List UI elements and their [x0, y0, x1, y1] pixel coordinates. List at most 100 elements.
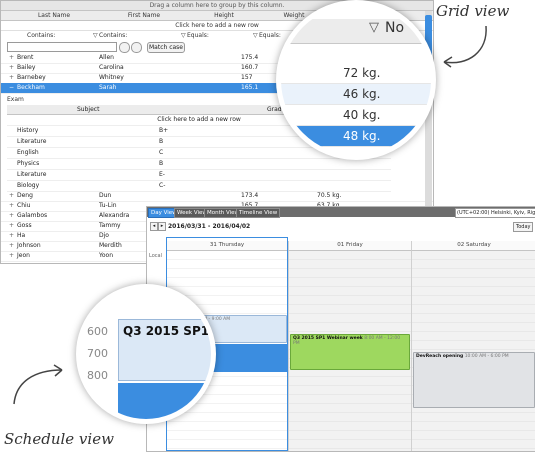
filter-label-height: Equals: [187, 32, 209, 39]
curved-arrow-icon [443, 25, 487, 68]
cell-last-name: Beckham [17, 84, 45, 91]
event-time: 10:00 AM - 6:00 PM [464, 354, 509, 359]
magnified-value: 40 kg. [343, 108, 381, 122]
magnified-value: 46 kg. [343, 87, 381, 101]
prev-icon[interactable]: ◂ [150, 222, 158, 231]
cell-subject: Biology [17, 182, 40, 189]
event-appointment[interactable]: Q3 2015 SP1 Webinar week 8:00 AM - 12:00… [290, 334, 410, 370]
day-header[interactable]: 02 Saturday [412, 241, 535, 251]
cell-height: 165.1 [241, 84, 259, 91]
filter-funnel-icon[interactable]: ▽ [253, 31, 258, 40]
cell-last-name: Bailey [17, 64, 36, 71]
cell-subject: English [17, 149, 39, 156]
detail-row[interactable]: Literature E- [7, 170, 391, 181]
next-icon[interactable]: ▸ [158, 222, 166, 231]
cell-last-name: Barnebey [17, 74, 46, 81]
schedule-view-caption: Schedule view [4, 430, 114, 448]
today-button[interactable]: Today [513, 222, 534, 232]
curved-arrow-icon [13, 364, 63, 405]
magnified-hour: 800 [87, 369, 108, 382]
filter-option-button[interactable] [131, 42, 142, 53]
date-navigation: ◂ ▸ 2016/03/31 - 2016/04/02 Today [147, 219, 535, 233]
day-column[interactable] [412, 251, 535, 451]
cell-height: 173.4 [241, 192, 259, 199]
expand-icon[interactable]: + [9, 73, 14, 83]
cell-first-name: Djo [99, 232, 109, 239]
cell-last-name: Jeon [17, 252, 30, 259]
cell-last-name: Galambos [17, 212, 48, 219]
expand-icon[interactable]: + [9, 63, 14, 73]
filter-funnel-icon: ▽ [369, 20, 379, 35]
cell-first-name: Sarah [99, 84, 117, 91]
filter-option-button[interactable] [119, 42, 130, 53]
expand-icon[interactable]: + [9, 231, 14, 241]
detail-table-label: Exam [7, 96, 24, 103]
expand-icon[interactable]: + [9, 211, 14, 221]
cell-grade: B+ [159, 127, 169, 134]
magnified-selected-slot [118, 383, 211, 419]
cell-grade: E- [159, 171, 165, 178]
filter-label-last-name: Contains: [27, 32, 56, 39]
magnified-row: 46 kg. [281, 84, 431, 105]
event-appointment[interactable]: DevReach opening 10:00 AM - 6:00 PM [413, 352, 535, 408]
column-header-height[interactable]: Height [189, 11, 259, 20]
filter-label-weight: Equals: [259, 32, 281, 39]
cell-height: 157 [241, 74, 253, 81]
column-header-subject[interactable]: Subject [77, 105, 99, 114]
filter-funnel-icon[interactable]: ▽ [181, 31, 186, 40]
cell-subject: Literature [17, 138, 47, 145]
filter-input[interactable] [7, 42, 117, 52]
expand-icon[interactable]: + [9, 251, 14, 261]
cell-first-name: Merdith [99, 242, 122, 249]
magnified-row: 72 kg. [281, 63, 431, 84]
magnified-event: Q3 2015 SP1 I [118, 319, 211, 381]
cell-subject: Physics [17, 160, 40, 167]
cell-first-name: Allen [99, 54, 114, 61]
cell-first-name: Dun [99, 192, 112, 199]
column-header-first-name[interactable]: First Name [99, 11, 189, 20]
view-tabs: Day View Week View Month View Timeline V… [147, 207, 535, 218]
match-case-button[interactable]: Match case [147, 42, 185, 53]
expand-icon[interactable]: + [9, 53, 14, 63]
expand-icon[interactable]: + [9, 201, 14, 211]
cell-first-name: Carolina [99, 64, 124, 71]
cell-grade: B [159, 138, 164, 145]
timezone-select[interactable]: (UTC+02:00) Helsinki, Kyiv, Riga, [455, 208, 535, 218]
cell-subject: Literature [17, 171, 47, 178]
cell-subject: History [17, 127, 39, 134]
collapse-icon[interactable]: − [9, 83, 14, 93]
cell-last-name: Chiu [17, 202, 31, 209]
cell-last-name: Deng [17, 192, 33, 199]
column-header-last-name[interactable]: Last Name [9, 11, 99, 20]
event-title: DevReach opening [416, 354, 464, 359]
expand-icon[interactable]: + [9, 221, 14, 231]
expand-icon[interactable]: + [9, 191, 14, 201]
date-range[interactable]: 2016/03/31 - 2016/04/02 [168, 223, 250, 230]
magnified-hour: 600 [87, 325, 108, 338]
cell-weight: 70.5 kg. [317, 192, 342, 199]
cell-last-name: Johnson [17, 242, 41, 249]
cell-last-name: Goss [17, 222, 32, 229]
cell-first-name: Alexandra [99, 212, 130, 219]
cell-first-name: Whitney [99, 74, 124, 81]
magnified-hour: 700 [87, 347, 108, 360]
grid-magnifier: ▽ No 72 kg. 46 kg. 40 kg. 48 kg. [276, 0, 436, 160]
day-header[interactable]: 01 Friday [289, 241, 412, 251]
cell-first-name: Tammy [99, 222, 121, 229]
cell-last-name: Ha [17, 232, 26, 239]
timezone-label: Local [149, 253, 162, 259]
magnified-value: 48 kg. [343, 129, 381, 143]
filter-funnel-icon[interactable]: ▽ [93, 31, 98, 40]
tab-timeline-view[interactable]: Timeline View [236, 208, 281, 218]
cell-grade: B [159, 160, 164, 167]
magnified-column-header: No [385, 20, 405, 36]
expand-icon[interactable]: + [9, 241, 14, 251]
detail-row[interactable]: Physics B [7, 159, 391, 170]
magnified-row-selected: 48 kg. [281, 126, 431, 147]
cell-first-name: Yoon [99, 252, 114, 259]
cell-height: 160.7 [241, 64, 259, 71]
magnified-header: ▽ No [281, 19, 431, 44]
cell-grade: C [159, 149, 164, 156]
magnified-value: 72 kg. [343, 66, 381, 80]
cell-first-name: Tu-Lin [99, 202, 117, 209]
